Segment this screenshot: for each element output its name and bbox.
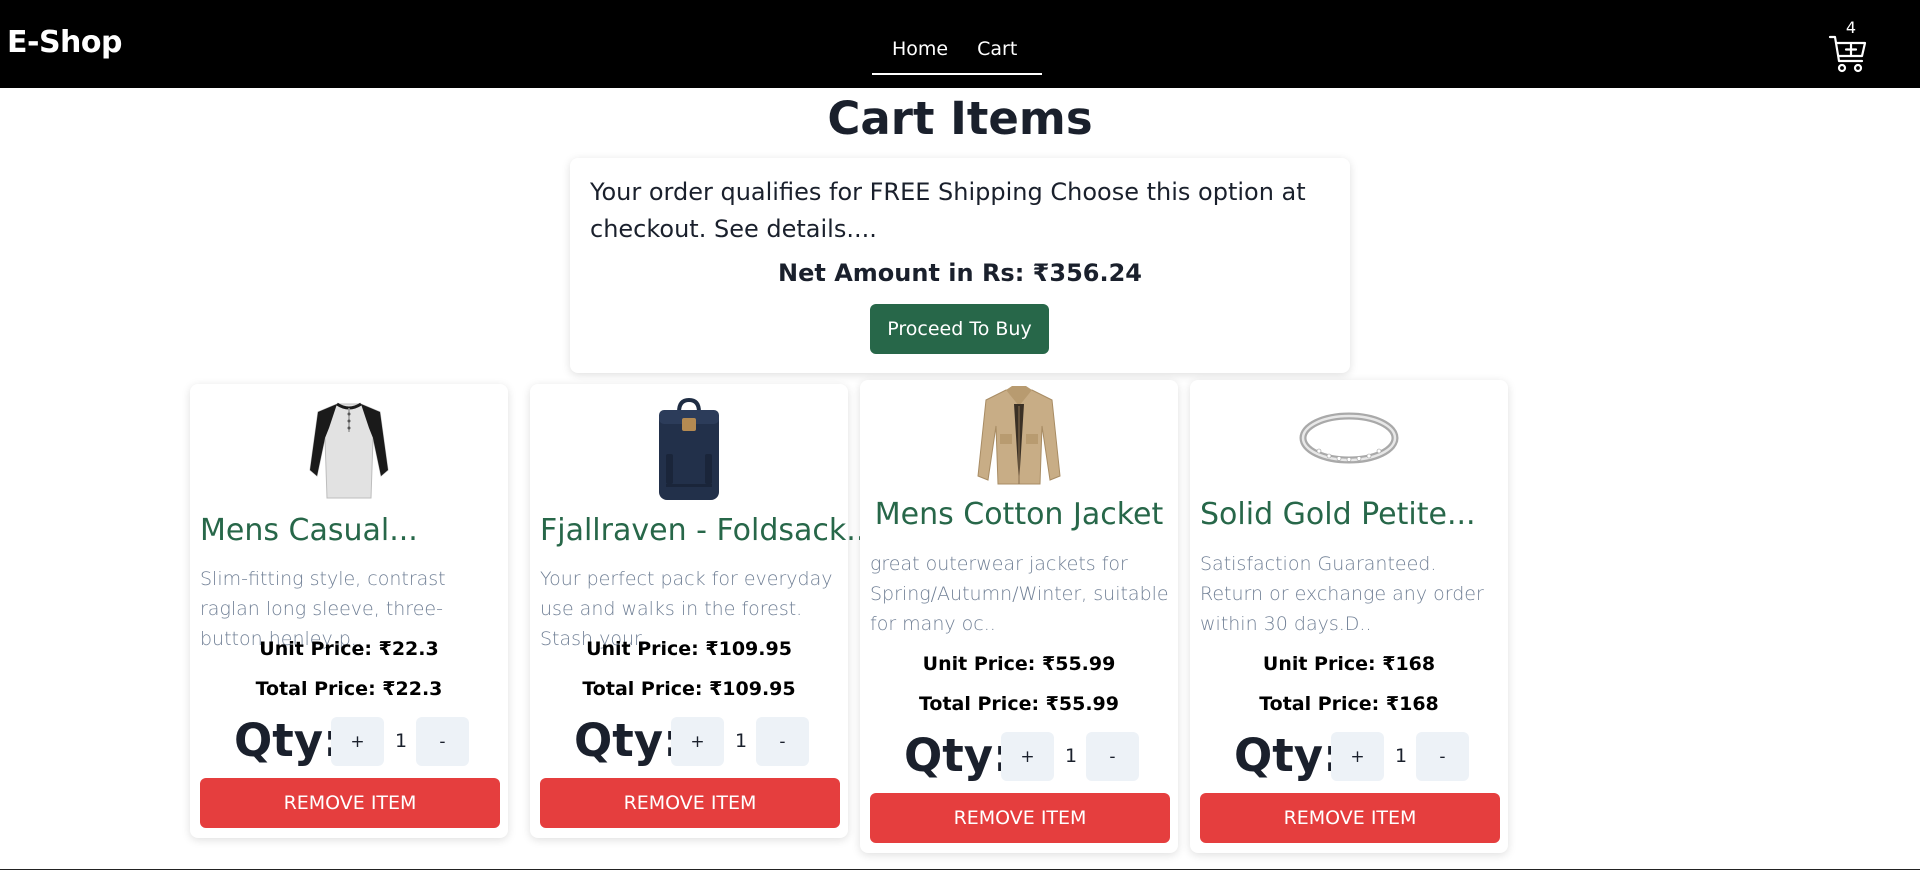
cart-plus-icon[interactable] <box>1828 34 1868 74</box>
total-price: Total Price: ₹55.99 <box>918 693 1119 715</box>
product-name[interactable]: Solid Gold Petite... <box>1200 497 1476 532</box>
increase-qty-button[interactable]: + <box>1001 732 1054 781</box>
nav-links: Home Cart <box>872 32 1042 75</box>
decrease-qty-button[interactable]: - <box>416 717 469 766</box>
remove-item-button[interactable]: REMOVE ITEM <box>540 778 840 828</box>
total-price: Total Price: ₹22.3 <box>255 678 443 700</box>
product-name[interactable]: Mens Casual... <box>200 513 418 548</box>
nav-home-link[interactable]: Home <box>892 32 948 66</box>
qty-label: Qty: <box>904 729 1012 782</box>
free-shipping-message: Your order qualifies for FREE Shipping C… <box>590 178 1306 243</box>
increase-qty-button[interactable]: + <box>1331 732 1384 781</box>
cart-item-card: Fjallraven - Foldsack... Your perfect pa… <box>530 384 875 838</box>
page-title: Cart Items <box>827 92 1093 145</box>
qty-value: 1 <box>734 730 748 752</box>
product-image-henley-shirt <box>309 402 389 499</box>
qty-label: Qty: <box>1234 729 1342 782</box>
unit-price: Unit Price: ₹109.95 <box>586 638 792 660</box>
cart-item-card: Mens Cotton Jacket great outerwear jacke… <box>860 380 1178 853</box>
total-price: Total Price: ₹109.95 <box>582 678 796 700</box>
qty-value: 1 <box>1394 745 1408 767</box>
remove-item-button[interactable]: REMOVE ITEM <box>200 778 500 828</box>
increase-qty-button[interactable]: + <box>671 717 724 766</box>
product-image-gold-ring <box>1299 412 1399 464</box>
navbar: E-Shop Home Cart 4 <box>0 0 1920 88</box>
product-image-cotton-jacket <box>977 386 1061 485</box>
remove-item-button[interactable]: REMOVE ITEM <box>870 793 1170 843</box>
product-name[interactable]: Fjallraven - Foldsack... <box>540 513 875 548</box>
qty-label: Qty: <box>234 714 342 767</box>
unit-price: Unit Price: ₹55.99 <box>922 653 1116 675</box>
qty-label: Qty: <box>574 714 682 767</box>
remove-item-button[interactable]: REMOVE ITEM <box>1200 793 1500 843</box>
total-price: Total Price: ₹168 <box>1259 693 1439 715</box>
cart-item-card: Solid Gold Petite... Satisfaction Guaran… <box>1190 380 1508 853</box>
unit-price: Unit Price: ₹22.3 <box>259 638 439 660</box>
decrease-qty-button[interactable]: - <box>1086 732 1139 781</box>
net-amount: Net Amount in Rs: ₹356.24 <box>778 259 1142 287</box>
nav-cart-link[interactable]: Cart <box>977 32 1017 66</box>
product-description: great outerwear jackets for Spring/Autum… <box>870 553 1169 635</box>
product-name[interactable]: Mens Cotton Jacket <box>870 497 1168 532</box>
proceed-to-buy-button[interactable]: Proceed To Buy <box>870 304 1049 354</box>
cart-item-card: Mens Casual... Slim-fitting style, contr… <box>190 384 508 838</box>
increase-qty-button[interactable]: + <box>331 717 384 766</box>
product-image-backpack <box>659 398 719 500</box>
qty-value: 1 <box>394 730 408 752</box>
brand-logo[interactable]: E-Shop <box>7 25 123 60</box>
product-description: Satisfaction Guaranteed. Return or excha… <box>1200 553 1484 635</box>
decrease-qty-button[interactable]: - <box>756 717 809 766</box>
decrease-qty-button[interactable]: - <box>1416 732 1469 781</box>
unit-price: Unit Price: ₹168 <box>1262 653 1436 675</box>
qty-value: 1 <box>1064 745 1078 767</box>
